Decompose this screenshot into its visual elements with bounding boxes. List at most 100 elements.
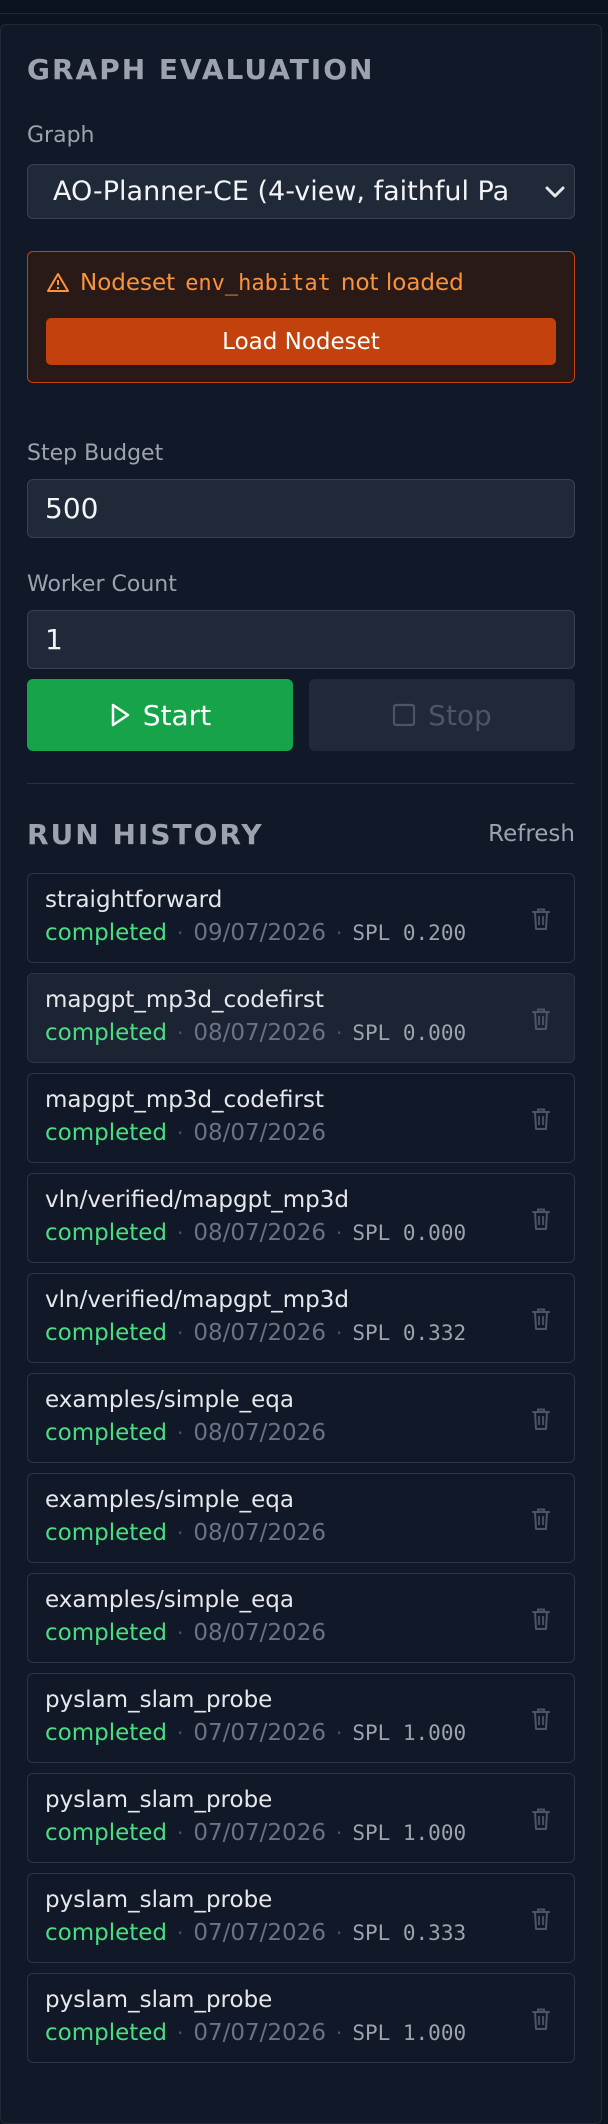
run-date: 08/07/2026 (193, 1320, 326, 1346)
run-spl: SPL 1.000 (352, 2021, 467, 2045)
start-label: Start (142, 698, 212, 732)
graph-evaluation-panel: GRAPH EVALUATION Graph AO-Planner-CE (4-… (0, 24, 602, 2124)
run-date: 07/07/2026 (193, 1720, 326, 1746)
run-spl: SPL 0.000 (352, 1221, 467, 1245)
run-status: completed (45, 1220, 168, 1246)
separator-dot: · (177, 1221, 184, 1245)
graph-select[interactable]: AO-Planner-CE (4-view, faithful Pa (27, 164, 575, 219)
separator-dot: · (177, 2021, 184, 2045)
run-status: completed (45, 1320, 168, 1346)
separator-dot: · (177, 1621, 184, 1645)
run-name: mapgpt_mp3d_codefirst (45, 987, 324, 1013)
run-date: 09/07/2026 (193, 920, 326, 946)
run-meta: completed · 07/07/2026 · SPL 0.333 (45, 1920, 466, 1946)
run-history-item[interactable]: examples/simple_eqa completed · 08/07/2026 (27, 1473, 575, 1563)
graph-label: Graph (27, 123, 95, 148)
worker-count-input[interactable]: 1 (27, 610, 575, 669)
run-history-item[interactable]: mapgpt_mp3d_codefirst completed · 08/07/202… (27, 973, 575, 1063)
run-status: completed (45, 1820, 168, 1846)
run-name: examples/simple_eqa (45, 1587, 294, 1613)
refresh-button[interactable]: Refresh (488, 821, 575, 847)
run-meta: completed · 07/07/2026 · SPL 1.000 (45, 1820, 466, 1846)
separator-dot: · (335, 1021, 343, 1045)
start-button[interactable]: Start (27, 679, 293, 751)
worker-count-label: Worker Count (27, 572, 177, 597)
separator-dot: · (177, 1321, 184, 1345)
run-date: 08/07/2026 (193, 1220, 326, 1246)
trash-icon[interactable] (530, 1906, 552, 1932)
run-name: vln/verified/mapgpt_mp3d (45, 1287, 349, 1313)
run-name: examples/simple_eqa (45, 1487, 294, 1513)
run-date: 08/07/2026 (193, 1520, 326, 1546)
worker-count-value: 1 (45, 623, 63, 656)
run-history-item[interactable]: pyslam_slam_probe completed · 07/07/2026 · SP… (27, 1973, 575, 2063)
run-name: vln/verified/mapgpt_mp3d (45, 1187, 349, 1213)
separator-dot: · (177, 1521, 184, 1545)
separator-dot: · (335, 921, 343, 945)
run-meta: completed · 08/07/2026 · SPL 0.000 (45, 1020, 466, 1046)
run-name: examples/simple_eqa (45, 1387, 294, 1413)
step-budget-input[interactable]: 500 (27, 479, 575, 538)
trash-icon[interactable] (530, 1506, 552, 1532)
run-history-item[interactable]: straightforward completed · 09/07/2026 · SPL … (27, 873, 575, 963)
run-date: 08/07/2026 (193, 1020, 326, 1046)
run-name: mapgpt_mp3d_codefirst (45, 1087, 324, 1113)
run-meta: completed · 08/07/2026 (45, 1120, 326, 1146)
run-history-item[interactable]: examples/simple_eqa completed · 08/07/2026 (27, 1373, 575, 1463)
run-spl: SPL 0.333 (352, 1921, 467, 1945)
trash-icon[interactable] (530, 906, 552, 932)
separator-dot: · (177, 921, 184, 945)
trash-icon[interactable] (530, 1006, 552, 1032)
run-history-item[interactable]: examples/simple_eqa completed · 08/07/2026 (27, 1573, 575, 1663)
run-history-item[interactable]: mapgpt_mp3d_codefirst completed · 08/07/202… (27, 1073, 575, 1163)
run-history-item[interactable]: pyslam_slam_probe completed · 07/07/2026 · SP… (27, 1673, 575, 1763)
run-date: 08/07/2026 (193, 1120, 326, 1146)
separator-dot: · (335, 2021, 343, 2045)
run-history-item[interactable]: vln/verified/mapgpt_mp3d completed · 08/07/… (27, 1273, 575, 1363)
step-budget-label: Step Budget (27, 441, 164, 466)
warning-triangle-icon (46, 271, 70, 295)
stop-label: Stop (428, 698, 492, 732)
run-spl: SPL 0.200 (352, 921, 467, 945)
trash-icon[interactable] (530, 1406, 552, 1432)
separator-dot: · (335, 1221, 343, 1245)
warning-suffix: not loaded (340, 270, 464, 296)
stop-button[interactable]: Stop (309, 679, 575, 751)
load-nodeset-button[interactable]: Load Nodeset (46, 318, 556, 365)
trash-icon[interactable] (530, 2006, 552, 2032)
run-status: completed (45, 1620, 168, 1646)
run-history-item[interactable]: pyslam_slam_probe completed · 07/07/2026 · SP… (27, 1873, 575, 1963)
run-status: completed (45, 1720, 168, 1746)
run-status: completed (45, 1020, 168, 1046)
run-meta: completed · 08/07/2026 (45, 1520, 326, 1546)
run-spl: SPL 1.000 (352, 1721, 467, 1745)
separator-dot: · (177, 1721, 184, 1745)
separator-dot: · (177, 1421, 184, 1445)
run-status: completed (45, 2020, 168, 2046)
trash-icon[interactable] (530, 1606, 552, 1632)
trash-icon[interactable] (530, 1106, 552, 1132)
nodeset-warning-text: Nodeset env_habitat not loaded (46, 270, 464, 296)
trash-icon[interactable] (530, 1206, 552, 1232)
run-history-item[interactable]: pyslam_slam_probe completed · 07/07/2026 · SP… (27, 1773, 575, 1863)
separator-dot: · (335, 1321, 343, 1345)
separator-dot: · (335, 1721, 343, 1745)
trash-icon[interactable] (530, 1806, 552, 1832)
run-name: straightforward (45, 887, 223, 913)
run-history-item[interactable]: vln/verified/mapgpt_mp3d completed · 08/07/… (27, 1173, 575, 1263)
trash-icon[interactable] (530, 1306, 552, 1332)
run-spl: SPL 0.000 (352, 1021, 467, 1045)
warning-nodeset-code: env_habitat (185, 270, 331, 296)
play-icon (109, 702, 131, 728)
run-name: pyslam_slam_probe (45, 1687, 273, 1713)
run-name: pyslam_slam_probe (45, 1987, 273, 2013)
run-spl: SPL 0.332 (352, 1321, 467, 1345)
run-name: pyslam_slam_probe (45, 1887, 273, 1913)
run-date: 08/07/2026 (193, 1620, 326, 1646)
warning-prefix: Nodeset (80, 270, 176, 296)
trash-icon[interactable] (530, 1706, 552, 1732)
run-date: 07/07/2026 (193, 1820, 326, 1846)
separator-dot: · (177, 1021, 184, 1045)
run-spl: SPL 1.000 (352, 1821, 467, 1845)
panel-title: GRAPH EVALUATION (27, 53, 375, 86)
